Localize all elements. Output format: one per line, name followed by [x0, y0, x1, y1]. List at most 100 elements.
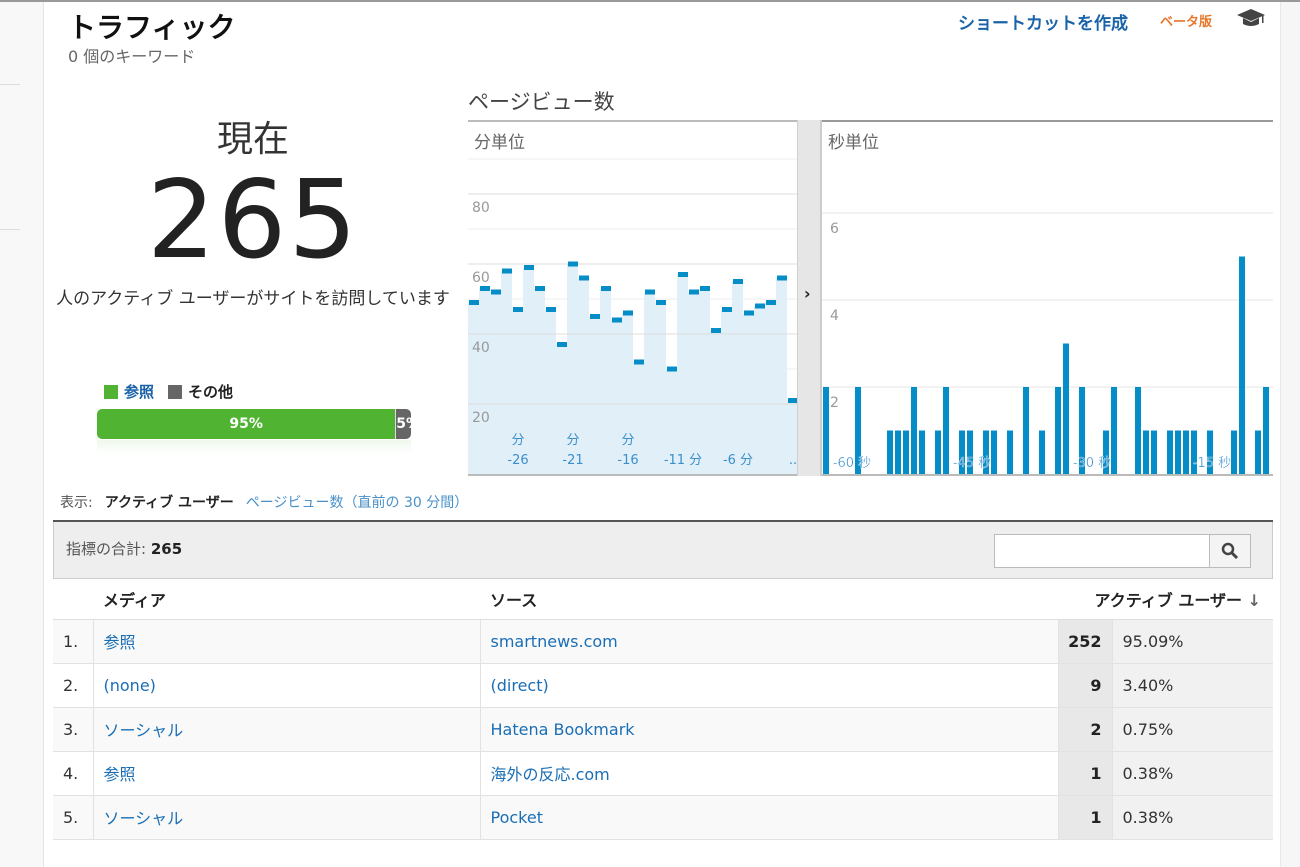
table-header: メディア ソース アクティブ ユーザー ↓ [53, 579, 1273, 620]
bar [1183, 430, 1189, 474]
data-point [557, 342, 567, 347]
data-point [656, 300, 666, 305]
chart-scroll-divider[interactable]: › [797, 120, 822, 476]
active-users-value: 1 [1058, 751, 1113, 796]
table-row: 1. 参照 smartnews.com 252 95.09% [53, 619, 1273, 664]
source-link[interactable]: Hatena Bookmark [480, 707, 1059, 752]
source-link[interactable]: 海外の反応.com [480, 751, 1059, 796]
row-index: 1. [53, 619, 94, 664]
bar [1231, 430, 1237, 474]
legend-label: その他 [188, 383, 234, 401]
medium-link[interactable]: ソーシャル [93, 795, 481, 840]
minute-chart: 20 40 60 80 分 -26 分 -21 分 -16 -11 分 -6 分.. 分単位 [468, 120, 798, 476]
source-link[interactable]: (direct) [480, 663, 1059, 708]
y-tick-label: 40 [472, 340, 490, 356]
second-chart: 2 4 6 -60 秒 -45 秒 -30 秒 -15 秒 秒単位 [822, 120, 1273, 476]
active-users-percent: 0.75% [1112, 707, 1273, 752]
bar [823, 387, 829, 474]
data-point [623, 310, 633, 316]
active-users-count: 265 [146, 158, 360, 283]
arrow-down-icon[interactable]: ↓ [1248, 591, 1261, 610]
bar [919, 430, 925, 474]
bar [943, 387, 949, 474]
second-chart-svg: 2 4 6 -60 秒 -45 秒 -30 秒 -15 秒 [822, 212, 1273, 474]
column-active-users[interactable]: アクティブ ユーザー ↓ [1058, 579, 1273, 620]
data-point [568, 261, 578, 267]
table-summary: 指標の合計: 265 [53, 522, 1273, 579]
source-link[interactable]: smartnews.com [480, 619, 1059, 664]
legend-other: その他 [168, 381, 233, 402]
bar [1039, 430, 1045, 474]
bar [1255, 430, 1261, 474]
row-index: 3. [53, 707, 94, 752]
beta-badge: ベータ版 [1160, 15, 1213, 30]
other-pct: 5% [396, 416, 411, 432]
other-segment: 5% [395, 409, 411, 439]
metric-total: 指標の合計: 265 [66, 538, 182, 559]
x-tick-label: -26 [507, 453, 528, 468]
x-tick-label: -15 秒 [1193, 456, 1231, 471]
minute-chart-svg: 20 40 60 80 分 -26 分 -21 分 -16 -11 分 -6 分.. [468, 158, 798, 474]
medium-link[interactable]: ソーシャル [93, 707, 481, 752]
search-icon [1221, 542, 1239, 560]
bar [911, 387, 917, 474]
y-tick-label: 2 [830, 395, 839, 411]
y-tick-label: 80 [472, 200, 490, 216]
right-scroll-area [1280, 2, 1300, 867]
source-link[interactable]: Pocket [480, 795, 1059, 840]
active-users-value: 2 [1058, 707, 1113, 752]
x-tick-label: -45 秒 [953, 456, 991, 471]
chevron-right-icon[interactable]: › [804, 284, 811, 303]
x-tick-label: .. [789, 453, 797, 468]
create-shortcut-link[interactable]: ショートカットを作成 [958, 9, 1128, 34]
bar [1143, 430, 1149, 474]
data-point [755, 303, 765, 309]
graduation-cap-icon[interactable] [1236, 6, 1266, 35]
second-chart-title: 秒単位 [828, 133, 879, 153]
data-point [535, 286, 545, 291]
y-tick-label: 60 [472, 270, 490, 286]
data-point [766, 300, 776, 305]
column-source[interactable]: ソース [480, 579, 1058, 620]
data-point [601, 286, 611, 291]
medium-link[interactable]: 参照 [93, 751, 481, 796]
bar [903, 430, 909, 474]
pageviews-title: ページビュー数 [468, 90, 615, 114]
legend-referral: 参照 [104, 381, 154, 402]
table-row: 2. (none) (direct) 9 3.40% [53, 663, 1273, 708]
data-point [722, 307, 732, 312]
data-point [502, 268, 512, 274]
legend-swatch-icon [168, 385, 183, 399]
traffic-table: 指標の合計: 265 メディア ソース アクティブ ユーザー ↓ 1. 参照 sma… [53, 520, 1273, 840]
tab-pageviews[interactable]: ページビュー数（直前の 30 分間） [246, 492, 468, 512]
column-active-users-label: アクティブ ユーザー [1094, 590, 1243, 610]
bar [1167, 430, 1173, 474]
data-point [480, 286, 490, 291]
window-frame [0, 0, 1300, 2]
bar [1135, 387, 1141, 474]
medium-link[interactable]: (none) [93, 663, 481, 708]
search-input[interactable] [994, 534, 1210, 568]
active-users-percent: 0.38% [1112, 751, 1273, 796]
bar [935, 430, 941, 474]
row-index: 5. [53, 795, 94, 840]
data-point [634, 359, 644, 365]
table-row: 3. ソーシャル Hatena Bookmark 2 0.75% [53, 707, 1273, 752]
column-medium[interactable]: メディア [93, 579, 480, 620]
x-tick-label: -21 [562, 453, 583, 468]
medium-link[interactable]: 参照 [93, 619, 481, 664]
x-tick-label: -16 [617, 453, 638, 468]
data-table: メディア ソース アクティブ ユーザー ↓ 1. 参照 smartnews.com 2… [53, 579, 1273, 840]
data-point [689, 289, 699, 295]
active-users-percent: 95.09% [1112, 619, 1273, 664]
search-button[interactable] [1209, 534, 1251, 568]
page-title: トラフィック [68, 11, 236, 44]
bar [1023, 387, 1029, 474]
legend-label: 参照 [124, 383, 155, 401]
data-point [744, 310, 754, 316]
bar [1239, 256, 1245, 474]
legend-swatch-icon [104, 385, 118, 399]
tab-active-users[interactable]: アクティブ ユーザー [105, 492, 234, 526]
view-label: 表示: [60, 495, 93, 511]
data-point [777, 275, 787, 281]
